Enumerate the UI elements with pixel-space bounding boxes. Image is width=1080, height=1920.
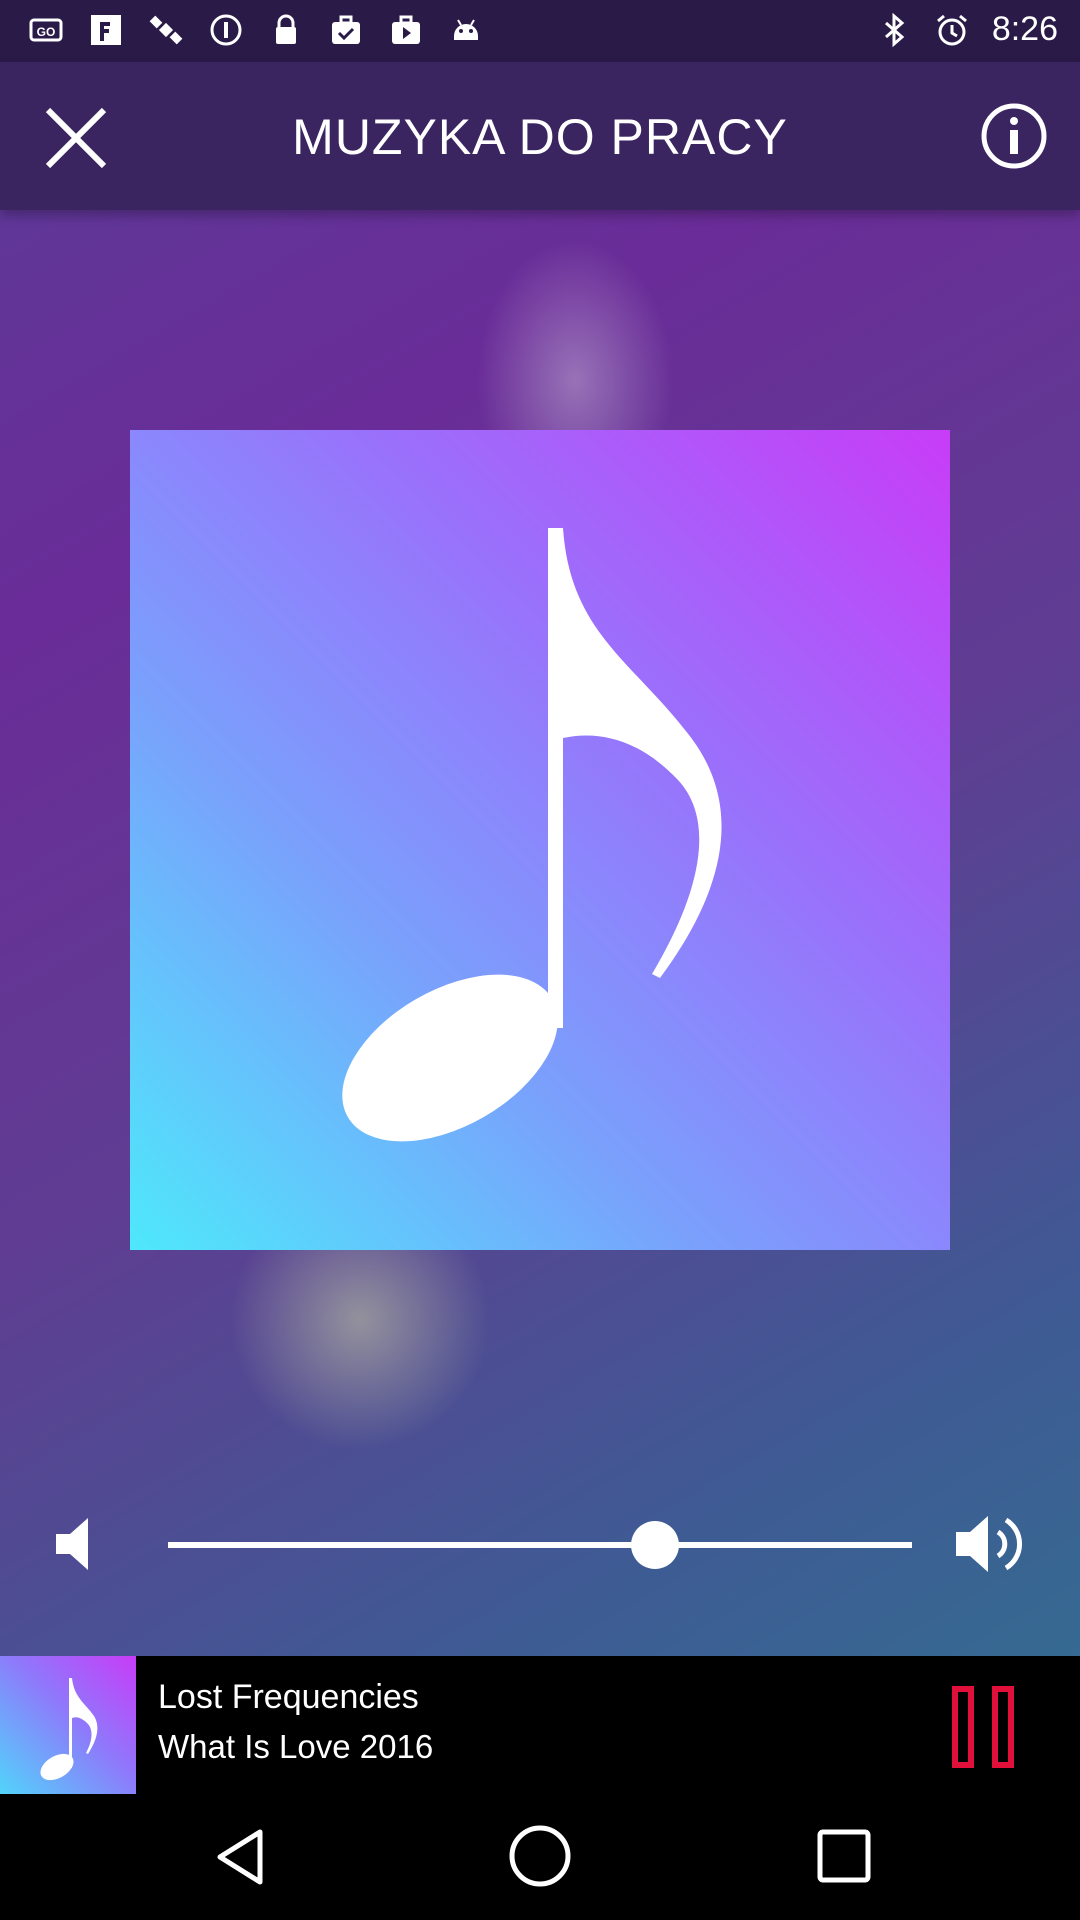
bluetooth-icon [884, 12, 905, 47]
music-note-icon [342, 528, 722, 1142]
page-title: MUZYKA DO PRACY [292, 109, 788, 165]
player-screen: GO 8:26 MUZYKA DO PRACY Lost Frequencies… [0, 0, 1080, 1920]
album-art [130, 430, 950, 1250]
satellite-icon [149, 15, 183, 45]
go-icon: GO [29, 18, 63, 42]
volume-high-icon[interactable] [952, 1508, 1030, 1580]
pause-icon[interactable] [950, 1684, 1016, 1770]
lock-icon [276, 14, 296, 44]
app-bar: MUZYKA DO PRACY [0, 62, 1080, 210]
back-triangle-icon[interactable] [208, 1824, 274, 1890]
mini-music-note-icon [40, 1678, 98, 1781]
volume-slider-track[interactable] [168, 1542, 912, 1548]
navigation-bar [0, 1794, 1080, 1920]
recents-square-icon[interactable] [812, 1824, 876, 1888]
status-bar: GO 8:26 [0, 0, 1080, 62]
volume-low-icon[interactable] [48, 1514, 118, 1574]
info-icon[interactable] [978, 100, 1050, 172]
svg-text:GO: GO [37, 25, 56, 39]
fake-gps-icon [91, 15, 121, 45]
now-playing-bar[interactable]: Lost Frequencies What Is Love 2016 [0, 1656, 1080, 1794]
mini-album-art [0, 1656, 136, 1794]
android-icon [454, 19, 478, 40]
home-circle-icon[interactable] [506, 1822, 574, 1890]
data-saver-icon [210, 14, 242, 46]
status-time: 8:26 [991, 10, 1058, 48]
alarm-icon [936, 14, 967, 45]
briefcase-check-icon [332, 15, 360, 44]
track-artist: Lost Frequencies [158, 1678, 419, 1716]
status-icons-left: GO [28, 12, 484, 48]
volume-slider-thumb[interactable] [631, 1521, 680, 1569]
track-title: What Is Love 2016 [158, 1728, 434, 1765]
play-store-icon [392, 15, 420, 44]
status-icons-right: 8:26 [876, 10, 1058, 49]
